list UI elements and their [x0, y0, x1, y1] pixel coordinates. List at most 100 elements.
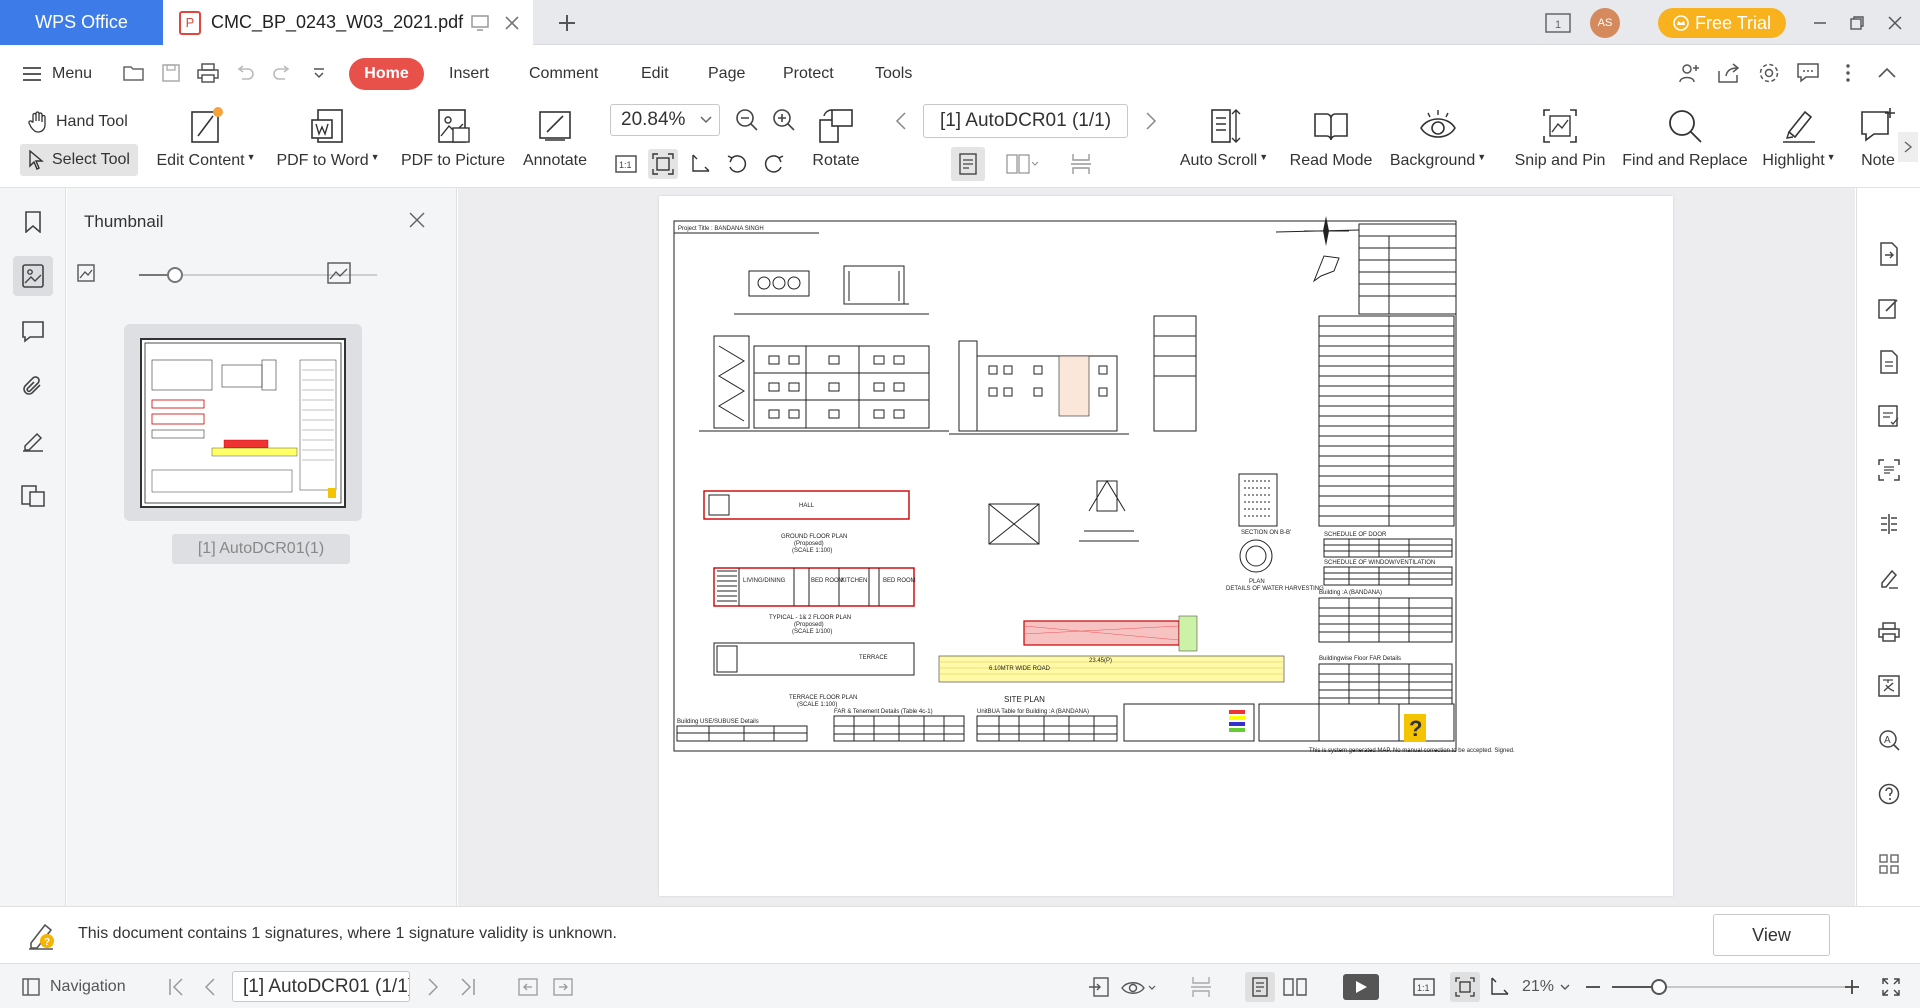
zoom-out-icon[interactable] [732, 105, 762, 135]
help-icon[interactable] [1875, 780, 1903, 808]
highlight-button[interactable]: Highlight ▼ [1757, 102, 1841, 188]
share-icon[interactable] [1715, 59, 1743, 87]
fullscreen-icon[interactable] [1882, 964, 1900, 1008]
tab-edit[interactable]: Edit [641, 45, 669, 102]
continuous-view-icon[interactable] [1066, 149, 1096, 179]
navigation-toggle[interactable]: Navigation [22, 964, 126, 1008]
tab-home[interactable]: Home [349, 58, 424, 90]
share-user-icon[interactable] [1675, 59, 1703, 87]
redo-icon[interactable] [268, 59, 296, 87]
settings-gear-icon[interactable] [1755, 59, 1783, 87]
tab-tools[interactable]: Tools [875, 45, 912, 102]
collapse-ribbon-icon[interactable] [1873, 59, 1901, 87]
next-page-icon[interactable] [1136, 106, 1166, 136]
document-viewport[interactable]: Project Title : BANDANA SINGH SCHEDULE O… [458, 188, 1855, 906]
actual-size-icon[interactable]: 1:1 [611, 149, 641, 179]
print-side-icon[interactable] [1875, 618, 1903, 646]
forward-view-icon[interactable] [553, 964, 573, 1008]
edit-content-button[interactable]: Edit Content ▼ [156, 102, 256, 188]
select-tool-button[interactable]: Select Tool [20, 144, 138, 176]
save-icon[interactable] [157, 59, 185, 87]
annotate-button[interactable]: Annotate [515, 102, 595, 188]
rotate-left-icon[interactable] [722, 149, 752, 179]
translate-icon[interactable] [1875, 672, 1903, 700]
single-page-status-icon[interactable] [1245, 964, 1275, 1008]
continuous-scroll-status-icon[interactable] [1190, 964, 1212, 1008]
signature-panel-icon[interactable] [13, 421, 53, 461]
sign-pen-icon[interactable] [1875, 564, 1903, 592]
chat-icon[interactable] [1794, 59, 1822, 87]
pdf-to-picture-button[interactable]: PDF to Picture [398, 102, 508, 188]
print-icon[interactable] [194, 59, 222, 87]
single-page-view-icon[interactable] [951, 147, 985, 181]
zoom-out-status-icon[interactable] [1585, 964, 1601, 1008]
prev-page-status-icon[interactable] [205, 964, 215, 1008]
next-page-status-icon[interactable] [428, 964, 438, 1008]
zoom-input[interactable]: 20.84% [610, 104, 720, 136]
document-tab[interactable]: P CMC_BP_0243_W03_2021.pdf [163, 0, 533, 45]
close-panel-icon[interactable] [409, 212, 425, 228]
first-page-icon[interactable] [168, 964, 184, 1008]
previous-page-icon[interactable] [886, 106, 916, 136]
pin-tab-icon[interactable] [471, 14, 489, 31]
thumbnail-panel-icon[interactable] [13, 256, 53, 296]
text-search-icon[interactable]: A [1875, 726, 1903, 754]
app-tab-wps-office[interactable]: WPS Office [0, 0, 163, 45]
rotate-right-icon[interactable] [759, 149, 789, 179]
ocr-scan-icon[interactable] [1875, 456, 1903, 484]
comment-panel-icon[interactable] [13, 312, 53, 352]
convert-document-icon[interactable] [1875, 348, 1903, 376]
ribbon-scroll-right-icon[interactable] [1898, 132, 1918, 162]
last-page-icon[interactable] [460, 964, 476, 1008]
free-trial-button[interactable]: Free Trial [1658, 8, 1786, 38]
auto-scroll-button[interactable]: Auto Scroll ▼ [1176, 102, 1272, 188]
read-mode-button[interactable]: Read Mode [1288, 102, 1374, 188]
hand-tool-button[interactable]: Hand Tool [20, 106, 136, 138]
zoom-in-status-icon[interactable] [1844, 964, 1860, 1008]
two-page-view-icon[interactable] [1000, 149, 1046, 179]
page-thumbnail[interactable] [124, 324, 362, 521]
zoom-percent-dropdown[interactable]: 21% [1522, 964, 1570, 1008]
tab-protect[interactable]: Protect [783, 45, 834, 102]
zoom-slider-knob[interactable] [1651, 979, 1668, 995]
thumbnail-page-label[interactable]: [1] AutoDCR01(1) [172, 534, 350, 564]
two-page-status-icon[interactable] [1283, 964, 1307, 1008]
find-and-replace-button[interactable]: Find and Replace [1620, 102, 1750, 188]
close-tab-icon[interactable] [505, 15, 519, 30]
open-folder-icon[interactable] [120, 59, 148, 87]
undo-icon[interactable] [231, 59, 259, 87]
back-view-icon[interactable] [518, 964, 538, 1008]
close-window-icon[interactable] [1880, 0, 1910, 45]
quick-access-dropdown-icon[interactable] [305, 59, 333, 87]
tab-insert[interactable]: Insert [449, 45, 489, 102]
fit-page-status-icon[interactable] [1450, 964, 1480, 1008]
export-pdf-icon[interactable] [1875, 240, 1903, 268]
fit-page-icon[interactable] [648, 149, 678, 179]
attachment-icon[interactable] [13, 366, 53, 406]
compare-icon[interactable] [1875, 510, 1903, 538]
background-button[interactable]: Background ▼ [1388, 102, 1488, 188]
page-number-field[interactable]: [1] AutoDCR01 (1/1) [923, 104, 1128, 138]
tab-page[interactable]: Page [708, 45, 745, 102]
apps-grid-icon[interactable] [1875, 850, 1903, 878]
actual-size-status-icon[interactable]: 1:1 [1413, 964, 1435, 1008]
bookmark-icon[interactable] [13, 202, 53, 242]
more-options-icon[interactable] [1834, 59, 1862, 87]
user-avatar[interactable]: AS [1590, 8, 1620, 38]
convert-panel-icon[interactable] [13, 476, 53, 516]
large-thumbnail-icon[interactable] [327, 262, 351, 284]
play-slideshow-icon[interactable] [1343, 964, 1379, 1008]
new-tab-icon[interactable] [552, 0, 582, 45]
rotate-button[interactable]: Rotate [806, 102, 866, 188]
rotate-status-icon[interactable] [1488, 964, 1510, 1008]
pdf-to-word-button[interactable]: PDF to Word ▼ [273, 102, 383, 188]
status-page-field[interactable]: [1] AutoDCR01 (1/1) [232, 971, 410, 1002]
eye-protection-icon[interactable] [1120, 964, 1156, 1008]
window-count-icon[interactable]: 1 [1543, 0, 1573, 45]
pdf-page[interactable]: Project Title : BANDANA SINGH SCHEDULE O… [659, 196, 1673, 896]
minimize-icon[interactable] [1805, 0, 1835, 45]
form-check-icon[interactable] [1875, 402, 1903, 430]
thumbnail-size-slider-knob[interactable] [166, 267, 183, 283]
zoom-slider[interactable] [1612, 979, 1848, 995]
snip-and-pin-button[interactable]: Snip and Pin [1510, 102, 1610, 188]
